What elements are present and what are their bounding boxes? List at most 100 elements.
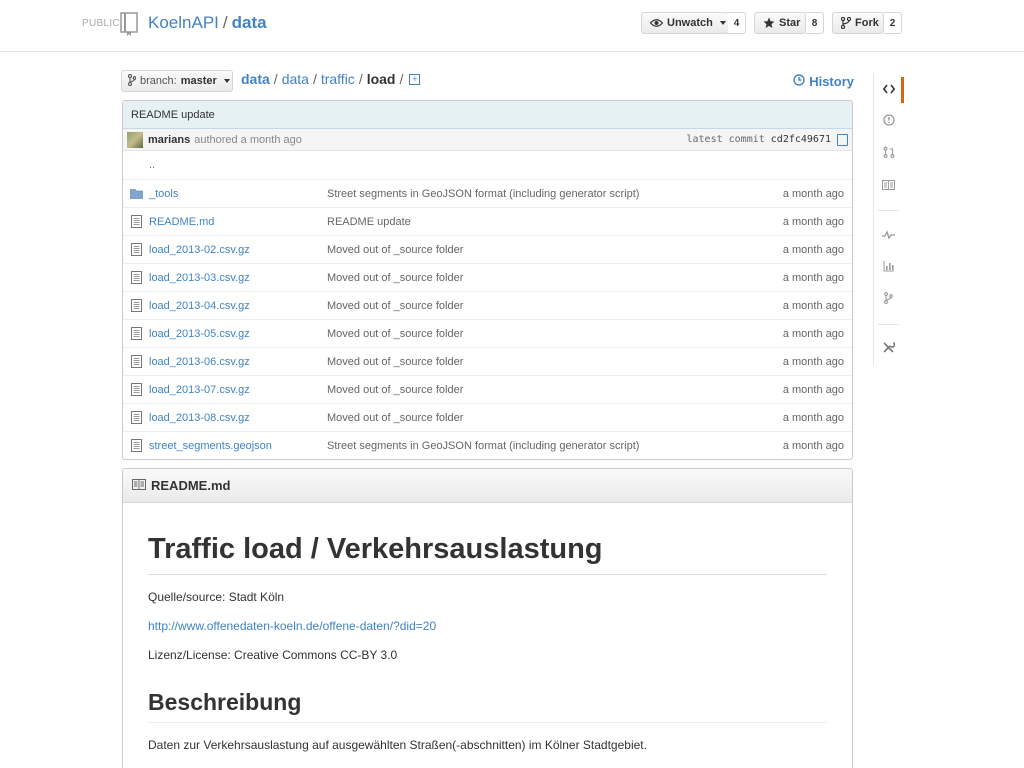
star-icon	[763, 17, 775, 29]
branch-selector[interactable]: branch: master	[121, 70, 233, 92]
file-age: a month ago	[782, 355, 844, 368]
settings-icon	[882, 341, 896, 357]
clipboard-icon[interactable]	[837, 133, 848, 146]
file-icon	[123, 411, 149, 424]
file-commit-message[interactable]: Street segments in GeoJSON format (inclu…	[327, 188, 747, 200]
file-commit-message[interactable]: Moved out of _source folder	[327, 272, 747, 284]
file-row[interactable]: street_segments.geojson Street segments i…	[123, 431, 852, 459]
file-row[interactable]: load_2013-07.csv.gz Moved out of _source …	[123, 375, 852, 403]
sidebar-item-wiki[interactable]	[874, 169, 903, 201]
forks-count[interactable]: 2	[884, 12, 902, 34]
file-commit-message[interactable]: Street segments in GeoJSON format (inclu…	[327, 440, 747, 452]
commit-sha[interactable]: cd2fc49671	[771, 134, 831, 145]
branch-icon	[127, 73, 137, 89]
file-icon	[123, 355, 149, 368]
readme-source-link[interactable]: http://www.offenedaten-koeln.de/offene-d…	[148, 619, 436, 633]
file-name-link[interactable]: load_2013-08.csv.gz	[149, 412, 327, 424]
sidebar-item-network[interactable]	[874, 283, 903, 315]
file-name-link[interactable]: load_2013-02.csv.gz	[149, 244, 327, 256]
breadcrumb-traffic-link[interactable]: traffic	[321, 71, 355, 87]
file-list: .. _tools Street segments in GeoJSON form…	[123, 151, 852, 459]
history-link[interactable]: History	[793, 74, 854, 89]
title-separator: /	[222, 13, 228, 32]
file-row[interactable]: load_2013-08.csv.gz Moved out of _source …	[123, 403, 852, 431]
breadcrumb-current: load	[366, 71, 396, 87]
file-row[interactable]: _tools Street segments in GeoJSON format …	[123, 179, 852, 207]
repo-owner-link[interactable]: KoelnAPI	[148, 13, 219, 32]
file-icon	[123, 215, 149, 228]
add-file-icon[interactable]: +	[409, 73, 421, 85]
file-row[interactable]: load_2013-03.csv.gz Moved out of _source …	[123, 263, 852, 291]
breadcrumb-root-link[interactable]: data	[241, 71, 270, 87]
history-icon	[793, 74, 805, 89]
file-row[interactable]: load_2013-06.csv.gz Moved out of _source …	[123, 347, 852, 375]
sidebar-item-issues[interactable]	[874, 105, 903, 137]
sidebar-item-settings[interactable]	[874, 333, 903, 365]
chevron-down-icon	[719, 21, 726, 25]
file-name-link[interactable]: load_2013-03.csv.gz	[149, 272, 327, 284]
file-name-link[interactable]: README.md	[149, 216, 327, 228]
breadcrumb-data-link[interactable]: data	[282, 71, 309, 87]
nav-divider	[878, 315, 899, 325]
file-icon	[123, 299, 149, 312]
breadcrumb-separator: /	[358, 71, 363, 87]
file-row[interactable]: load_2013-02.csv.gz Moved out of _source …	[123, 235, 852, 263]
file-commit-message[interactable]: Moved out of _source folder	[327, 412, 747, 424]
watchers-count[interactable]: 4	[728, 12, 746, 34]
unwatch-button[interactable]: Unwatch	[641, 12, 729, 34]
file-name-link[interactable]: load_2013-06.csv.gz	[149, 356, 327, 368]
book-icon	[132, 478, 146, 493]
readme-license: Lizenz/License: Creative Commons CC-BY 3…	[148, 648, 398, 662]
file-age: a month ago	[782, 439, 844, 452]
fork-button[interactable]: Fork	[832, 12, 884, 34]
file-name-link[interactable]: load_2013-04.csv.gz	[149, 300, 327, 312]
readme-panel: README.md Traffic load / Verkehrsauslast…	[122, 468, 853, 768]
branch-name: master	[180, 75, 217, 87]
file-name-link[interactable]: _tools	[149, 188, 327, 200]
file-row[interactable]: load_2013-05.csv.gz Moved out of _source …	[123, 319, 852, 347]
sidebar-item-graphs[interactable]	[874, 251, 903, 283]
file-name-link[interactable]: street_segments.geojson	[149, 440, 327, 452]
repo-header: PUBLIC KoelnAPI / data Unwatch 4 Star 8 Fo…	[0, 0, 1024, 52]
file-navigation: branch: master data / data / traffic / l…	[121, 68, 854, 94]
avatar[interactable]	[127, 131, 143, 148]
eye-icon	[650, 18, 663, 28]
visibility-label: PUBLIC	[82, 18, 120, 29]
pulse-icon	[882, 228, 895, 243]
parent-directory-link[interactable]: ..	[123, 159, 301, 171]
sidebar-item-pull-requests[interactable]	[874, 137, 903, 169]
file-icon	[123, 439, 149, 452]
repo-title: KoelnAPI / data	[148, 13, 267, 33]
file-name-link[interactable]: load_2013-05.csv.gz	[149, 328, 327, 340]
wiki-icon	[882, 178, 895, 193]
file-age: a month ago	[782, 299, 844, 312]
file-commit-message[interactable]: Moved out of _source folder	[327, 328, 747, 340]
file-commit-message[interactable]: README update	[327, 216, 747, 228]
commit-author[interactable]: marians	[148, 134, 190, 146]
readme-header: README.md	[123, 469, 852, 503]
stars-count[interactable]: 8	[806, 12, 824, 34]
sidebar-item-pulse[interactable]	[874, 219, 903, 251]
repo-name-link[interactable]: data	[232, 13, 267, 32]
star-button[interactable]: Star	[754, 12, 806, 34]
file-commit-message[interactable]: Moved out of _source folder	[327, 384, 747, 396]
readme-title: Traffic load / Verkehrsauslastung	[148, 533, 827, 575]
readme-source: Quelle/source: Stadt Köln	[148, 590, 285, 604]
file-name-link[interactable]: load_2013-07.csv.gz	[149, 384, 327, 396]
parent-directory-row[interactable]: ..	[123, 151, 852, 179]
file-row[interactable]: load_2013-04.csv.gz Moved out of _source …	[123, 291, 852, 319]
commit-message[interactable]: README update	[123, 101, 852, 129]
file-icon	[123, 271, 149, 284]
file-age: a month ago	[782, 215, 844, 228]
unwatch-label: Unwatch	[667, 17, 713, 29]
file-age: a month ago	[782, 411, 844, 424]
network-icon	[884, 291, 893, 307]
repo-sidebar-nav	[873, 73, 904, 365]
file-commit-message[interactable]: Moved out of _source folder	[327, 300, 747, 312]
file-commit-message[interactable]: Moved out of _source folder	[327, 244, 747, 256]
sidebar-item-code[interactable]	[874, 73, 904, 105]
file-commit-message[interactable]: Moved out of _source folder	[327, 356, 747, 368]
file-row[interactable]: README.md README update a month ago	[123, 207, 852, 235]
breadcrumb-separator: /	[312, 71, 317, 87]
file-icon	[123, 383, 149, 396]
